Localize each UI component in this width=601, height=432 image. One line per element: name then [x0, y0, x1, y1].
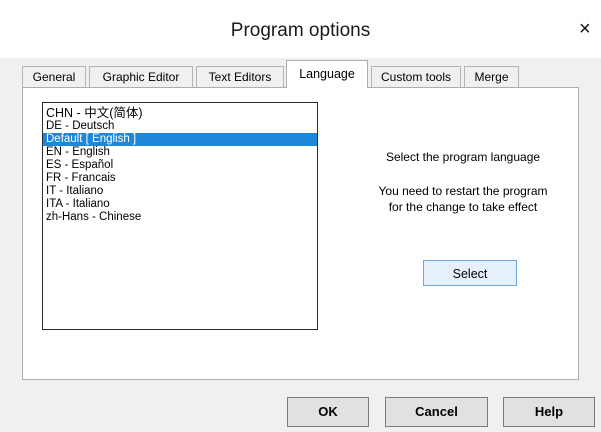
- tab-language[interactable]: Language: [286, 60, 368, 88]
- tab-text-editors[interactable]: Text Editors: [196, 66, 284, 87]
- language-tab-panel: CHN - 中文(简体) DE - Deutsch Default [ Engl…: [22, 87, 579, 380]
- language-list[interactable]: CHN - 中文(简体) DE - Deutsch Default [ Engl…: [42, 102, 318, 330]
- language-item[interactable]: ES - Español: [43, 159, 317, 172]
- tab-custom-tools[interactable]: Custom tools: [371, 66, 461, 87]
- language-item[interactable]: zh-Hans - Chinese: [43, 211, 317, 224]
- window-title: Program options: [230, 20, 371, 41]
- title-bar: Program options ×: [0, 0, 601, 58]
- language-prompt: Select the program language: [385, 150, 541, 164]
- tab-graphic-editor[interactable]: Graphic Editor: [89, 66, 193, 87]
- close-icon[interactable]: ×: [579, 14, 601, 44]
- language-item-selected[interactable]: Default [ English ]: [43, 133, 317, 146]
- restart-notice-line1: You need to restart the program: [378, 184, 548, 198]
- tab-merge[interactable]: Merge: [464, 66, 519, 87]
- select-language-button[interactable]: Select: [423, 260, 517, 286]
- cancel-button[interactable]: Cancel: [385, 397, 488, 427]
- language-item[interactable]: EN - English: [43, 146, 317, 159]
- restart-notice-line2: for the change to take effect: [388, 200, 538, 214]
- language-item[interactable]: CHN - 中文(简体): [43, 107, 317, 120]
- language-item[interactable]: IT - Italiano: [43, 185, 317, 198]
- language-item[interactable]: FR - Francais: [43, 172, 317, 185]
- language-item[interactable]: DE - Deutsch: [43, 120, 317, 133]
- language-item[interactable]: ITA - Italiano: [43, 198, 317, 211]
- dialog-body: General Graphic Editor Text Editors Lang…: [0, 58, 601, 432]
- tab-general[interactable]: General: [22, 66, 86, 87]
- help-button[interactable]: Help: [503, 397, 595, 427]
- ok-button[interactable]: OK: [287, 397, 369, 427]
